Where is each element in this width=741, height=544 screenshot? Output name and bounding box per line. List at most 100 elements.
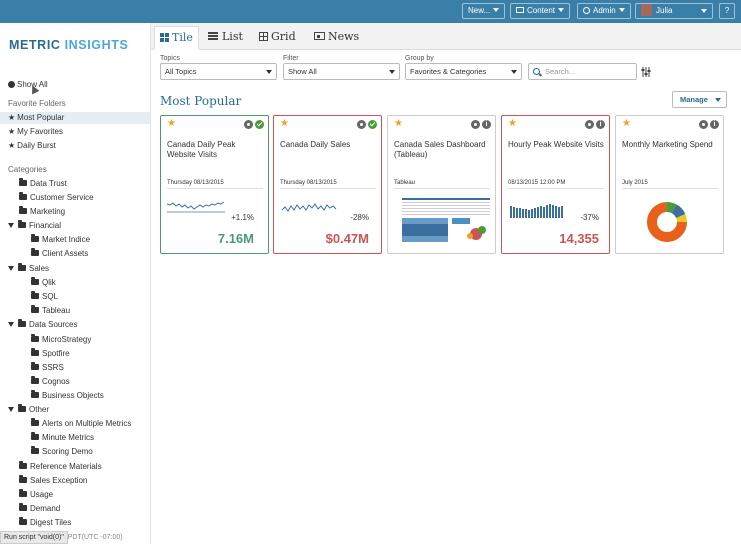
sidebar-item-sales-exception[interactable]: Sales Exception xyxy=(19,475,87,487)
status-bar: Run script "void(0)" xyxy=(0,531,68,544)
sidebar-item-label: Reference Materials xyxy=(30,462,102,471)
sidebar-item-daily-burst[interactable]: ★ Daily Burst xyxy=(8,140,56,152)
folder-icon xyxy=(31,446,39,454)
gear-icon[interactable] xyxy=(357,120,366,129)
manage-button[interactable]: Manage xyxy=(672,91,727,108)
groupby-label: Group by xyxy=(405,55,434,62)
sidebar-item-financial[interactable]: Financial xyxy=(8,220,61,232)
search-input[interactable]: Search... xyxy=(528,63,637,80)
sidebar-item-other[interactable]: Other xyxy=(8,404,49,416)
tile-change: +1.1% xyxy=(231,213,254,222)
admin-button[interactable]: Admin xyxy=(577,3,631,19)
sidebar-item-demand[interactable]: Demand xyxy=(19,503,60,515)
new-button-label: New... xyxy=(468,6,491,15)
tile-date: Thursday 08/13/2015 xyxy=(167,180,263,189)
sidebar-item-sql[interactable]: SQL xyxy=(31,291,58,303)
gear-icon[interactable] xyxy=(585,120,594,129)
sidebar-item-market-indice[interactable]: Market Indice xyxy=(31,234,90,246)
sidebar-item-minute-metrics[interactable]: Minute Metrics xyxy=(31,432,94,444)
sidebar: METRIC INSIGHTS Show All Favorite Folder… xyxy=(0,23,151,544)
sidebar-item-label: Cognos xyxy=(42,377,70,386)
sidebar-item-label: Daily Burst xyxy=(17,141,56,150)
check-icon xyxy=(368,120,377,129)
sidebar-item-reference-materials[interactable]: Reference Materials xyxy=(19,461,102,473)
sidebar-item-data-trust[interactable]: Data Trust xyxy=(19,178,67,190)
sidebar-item-business-objects[interactable]: Business Objects xyxy=(31,390,104,402)
info-icon[interactable]: i xyxy=(482,120,491,129)
chevron-down-icon[interactable] xyxy=(8,266,14,271)
star-icon[interactable]: ★ xyxy=(280,118,289,129)
logo-text-1: METRIC xyxy=(9,38,65,52)
chevron-down-icon[interactable] xyxy=(8,407,14,412)
groupby-select[interactable]: Favorites & Categories xyxy=(405,63,522,80)
sidebar-item-scoring-demo[interactable]: Scoring Demo xyxy=(31,446,93,458)
star-icon[interactable]: ★ xyxy=(508,118,517,129)
sidebar-item-label: Data Sources xyxy=(29,320,78,329)
info-icon[interactable]: i xyxy=(596,120,605,129)
metric-tile[interactable]: ★ i Canada Sales Dashboard (Tableau) Tab… xyxy=(387,115,496,254)
filter-label: Filter xyxy=(283,55,299,62)
sidebar-item-my-favorites[interactable]: ★ My Favorites xyxy=(8,126,63,138)
sidebar-item-client-assets[interactable]: Client Assets xyxy=(31,248,88,260)
folder-icon xyxy=(31,234,39,242)
check-icon xyxy=(255,120,264,129)
chevron-down-icon xyxy=(493,8,500,12)
chevron-down-icon[interactable] xyxy=(8,322,14,327)
tile-date: July 2015 xyxy=(622,180,718,189)
sidebar-item-alerts-multiple-metrics[interactable]: Alerts on Multiple Metrics xyxy=(31,418,131,430)
sparkline-chart xyxy=(167,201,225,213)
tab-news[interactable]: News xyxy=(309,26,364,50)
logo-text-2: INSIGHTS xyxy=(64,38,129,52)
filter-value: Show All xyxy=(288,67,317,76)
star-icon[interactable]: ★ xyxy=(394,118,403,129)
grid-view-icon xyxy=(259,32,268,41)
filter-select[interactable]: Show All xyxy=(283,63,400,80)
metric-tile[interactable]: ★ i Hourly Peak Website Visits 08/13/201… xyxy=(501,115,610,254)
sidebar-item-label: Qlik xyxy=(42,278,56,287)
info-icon[interactable]: i xyxy=(710,120,719,129)
content-button[interactable]: Content xyxy=(510,3,571,19)
sidebar-item-ssrs[interactable]: SSRS xyxy=(31,362,64,374)
filter-settings-icon[interactable] xyxy=(641,67,651,77)
star-icon: ★ xyxy=(8,141,16,150)
folder-icon xyxy=(31,418,39,426)
tab-label: News xyxy=(328,30,360,43)
sidebar-item-digest-tiles[interactable]: Digest Tiles xyxy=(19,517,71,529)
sidebar-item-data-sources[interactable]: Data Sources xyxy=(8,319,77,331)
folder-icon xyxy=(19,192,27,200)
sidebar-item-qlik[interactable]: Qlik xyxy=(31,277,56,289)
sidebar-item-microstrategy[interactable]: MicroStrategy xyxy=(31,334,91,346)
sidebar-item-spotfire[interactable]: Spotfire xyxy=(31,348,70,360)
help-icon: ? xyxy=(724,6,730,15)
star-icon[interactable]: ★ xyxy=(167,118,176,129)
tab-grid[interactable]: Grid xyxy=(254,26,301,50)
gear-icon[interactable] xyxy=(699,120,708,129)
tile-title: Canada Sales Dashboard (Tableau) xyxy=(394,140,486,159)
sidebar-item-usage[interactable]: Usage xyxy=(19,489,53,501)
user-menu-button[interactable]: Julia xyxy=(635,3,713,19)
chevron-down-icon[interactable] xyxy=(8,223,14,228)
metric-tile[interactable]: ★ Canada Daily Peak Website Visits Thurs… xyxy=(160,115,269,254)
sidebar-item-label: Demand xyxy=(30,504,61,513)
topics-select[interactable]: All Topics xyxy=(160,63,277,80)
folder-icon xyxy=(19,517,27,525)
sidebar-item-tableau[interactable]: Tableau xyxy=(31,305,70,317)
help-button[interactable]: ? xyxy=(719,3,735,19)
top-bar: New... Content Admin Julia ? xyxy=(0,0,741,23)
new-button[interactable]: New... xyxy=(462,3,506,19)
tab-list[interactable]: List xyxy=(203,26,248,50)
metric-tile[interactable]: ★ Canada Daily Sales Thursday 08/13/2015… xyxy=(273,115,382,254)
star-icon: ★ xyxy=(8,113,16,122)
sidebar-item-marketing[interactable]: Marketing xyxy=(19,206,65,218)
star-icon[interactable]: ★ xyxy=(622,118,631,129)
sidebar-item-sales[interactable]: Sales xyxy=(8,263,49,275)
sidebar-item-cognos[interactable]: Cognos xyxy=(31,376,70,388)
show-all-link[interactable]: Show All xyxy=(8,79,48,91)
tab-tile[interactable]: Tile xyxy=(154,26,199,50)
sidebar-item-most-popular[interactable]: ★ Most Popular xyxy=(0,112,150,124)
metric-tile[interactable]: ★ i Monthly Marketing Spend July 2015 xyxy=(615,115,724,254)
folder-icon xyxy=(31,277,39,285)
gear-icon[interactable] xyxy=(244,120,253,129)
gear-icon[interactable] xyxy=(471,120,480,129)
sidebar-item-customer-service[interactable]: Customer Service xyxy=(19,192,94,204)
